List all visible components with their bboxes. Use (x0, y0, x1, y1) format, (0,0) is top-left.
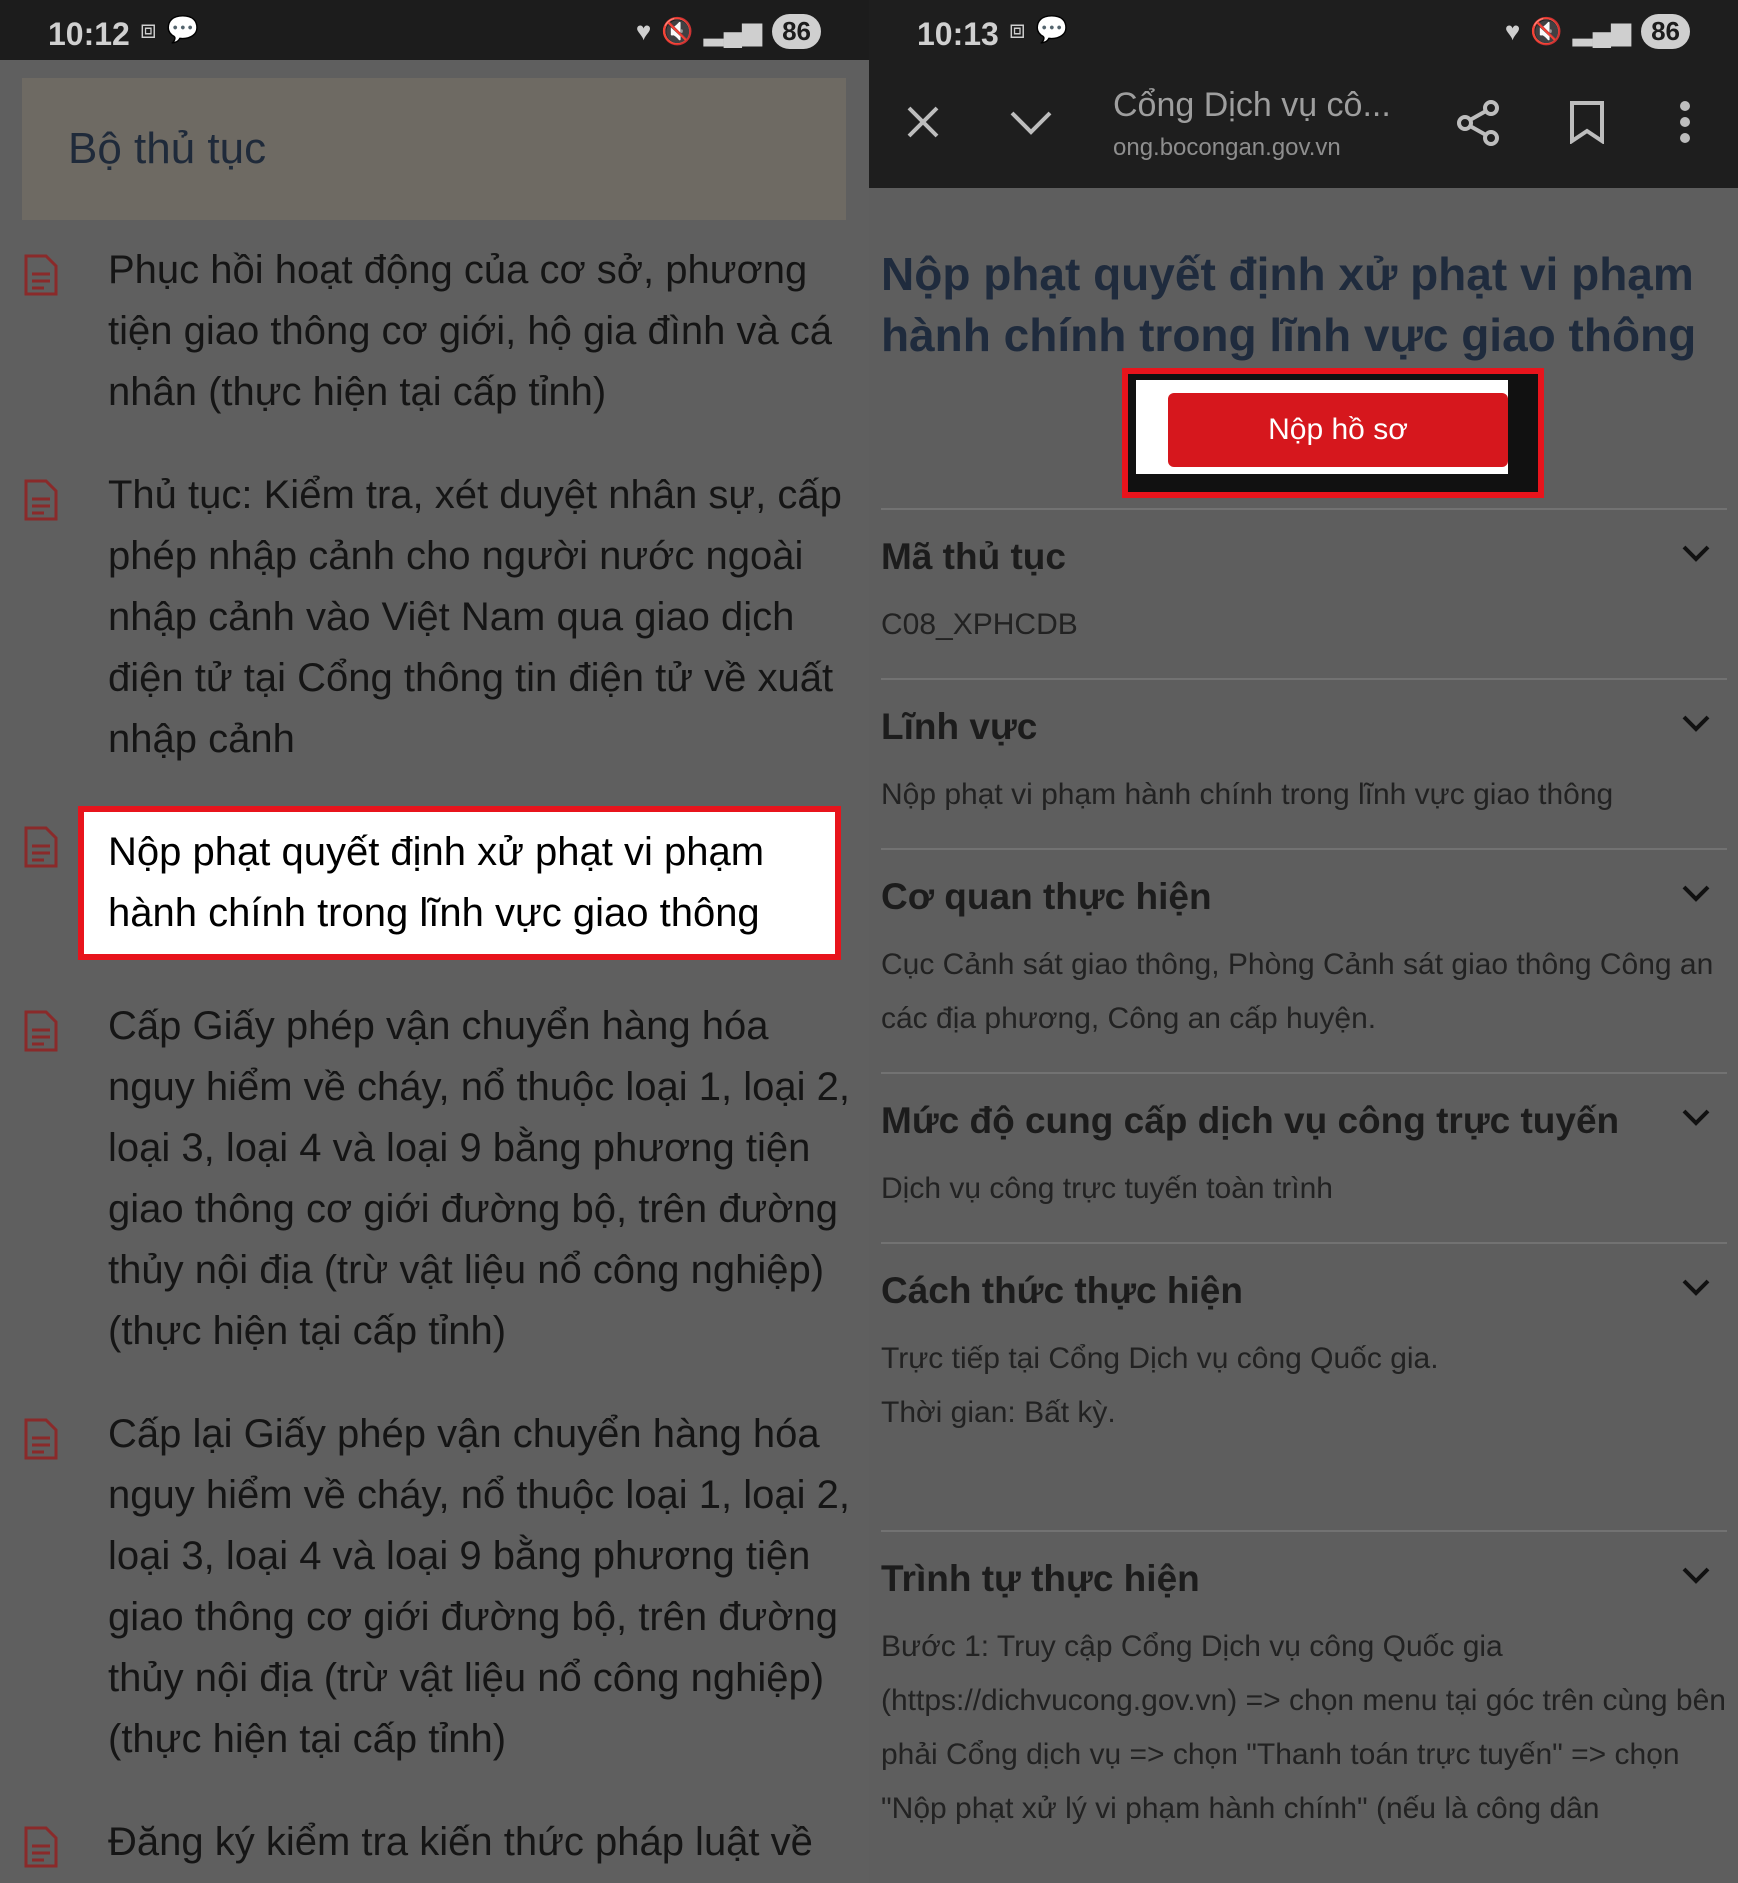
procedure-title: Cấp Giấy phép vận chuyển hàng hóa nguy h… (108, 1004, 850, 1353)
battery-indicator: 86 (1641, 14, 1690, 49)
procedure-title: Phục hồi hoạt động của cơ sở, phương tiệ… (108, 248, 833, 414)
status-bar: 10:12 ⧈ 💬 ♥ 🔇 ▂▄▆ 86 (0, 0, 869, 60)
procedure-title: Thủ tục: Kiểm tra, xét duyệt nhân sự, cấ… (108, 473, 842, 761)
more-options-icon[interactable] (1679, 100, 1691, 144)
browser-url: ong.bocongan.gov.vn (1113, 134, 1341, 161)
section-heading: Cách thức thực hiện (881, 1270, 1243, 1311)
browser-toolbar: 10:13 ⧈ 💬 ♥ 🔇 ▂▄▆ 86 Cổng Dịch vụ cô... … (869, 0, 1738, 188)
procedure-title: Đăng ký kiểm tra kiến thức pháp luật về (108, 1820, 813, 1864)
section-heading: Mức độ cung cấp dịch vụ công trực tuyến (881, 1100, 1620, 1141)
status-time: 10:12 (48, 16, 130, 52)
section-body: Nộp phạt vi phạm hành chính trong lĩnh v… (881, 778, 1614, 811)
list-item-highlighted[interactable]: Nộp phạt quyết định xử phạt vi phạm hành… (0, 806, 869, 960)
status-bar: 10:13 ⧈ 💬 ♥ 🔇 ▂▄▆ 86 (869, 0, 1738, 60)
section-heading: Cơ quan thực hiện (881, 876, 1212, 917)
submit-application-button[interactable]: Nộp hồ sơ (1168, 393, 1508, 467)
section-heading: Lĩnh vực (881, 706, 1038, 747)
list-item[interactable]: Đăng ký kiểm tra kiến thức pháp luật về (0, 1812, 869, 1873)
section-heading: Mã thủ tục (881, 536, 1066, 577)
document-icon (24, 1826, 58, 1868)
heart-icon: ♥ (1504, 16, 1521, 46)
bookmark-icon[interactable] (1569, 100, 1605, 144)
section-body: Trực tiếp tại Cổng Dịch vụ công Quốc gia… (881, 1342, 1439, 1429)
document-icon (24, 479, 58, 521)
section-service-level[interactable]: Mức độ cung cấp dịch vụ công trực tuyến … (881, 1072, 1727, 1242)
mute-icon: 🔇 (1530, 16, 1563, 46)
page-header: Bộ thủ tục (22, 78, 846, 220)
section-heading: Trình tự thực hiện (881, 1558, 1200, 1599)
signal-5g-icon: ▂▄▆ (1572, 16, 1632, 46)
browser-page-title: Cổng Dịch vụ cô... (1113, 86, 1391, 124)
list-item[interactable]: Cấp Giấy phép vận chuyển hàng hóa nguy h… (0, 996, 869, 1362)
procedure-detail-title: Nộp phạt quyết định xử phạt vi phạm hành… (881, 248, 1697, 361)
list-item[interactable]: Phục hồi hoạt động của cơ sở, phương tiệ… (0, 240, 869, 423)
chevron-down-icon[interactable] (1681, 884, 1711, 904)
document-icon (24, 826, 58, 868)
screenshot-icon: ⧈ (140, 14, 157, 44)
chevron-down-icon[interactable] (1681, 714, 1711, 734)
battery-indicator: 86 (772, 14, 821, 49)
right-screen: 10:13 ⧈ 💬 ♥ 🔇 ▂▄▆ 86 Cổng Dịch vụ cô... … (869, 0, 1738, 1883)
button-container: Nộp hồ sơ (1136, 380, 1508, 474)
list-item[interactable]: Cấp lại Giấy phép vận chuyển hàng hóa ng… (0, 1404, 869, 1770)
section-field[interactable]: Lĩnh vực Nộp phạt vi phạm hành chính tro… (881, 678, 1727, 848)
chevron-down-icon[interactable] (1681, 1108, 1711, 1128)
section-agency[interactable]: Cơ quan thực hiện Cục Cảnh sát giao thôn… (881, 848, 1727, 1072)
status-time: 10:13 (917, 16, 999, 52)
highlight-frame: Nộp hồ sơ (1122, 368, 1544, 498)
section-body: Cục Cảnh sát giao thông, Phòng Cảnh sát … (881, 948, 1714, 1035)
list-item[interactable]: Thủ tục: Kiểm tra, xét duyệt nhân sự, cấ… (0, 465, 869, 770)
document-icon (24, 254, 58, 296)
chevron-down-icon[interactable] (1681, 1278, 1711, 1298)
section-method[interactable]: Cách thức thực hiện Trực tiếp tại Cổng D… (881, 1242, 1727, 1530)
chevron-down-icon[interactable] (1681, 544, 1711, 564)
chevron-down-icon[interactable] (1009, 110, 1053, 136)
chat-icon: 💬 (166, 14, 199, 44)
left-screen: 10:12 ⧈ 💬 ♥ 🔇 ▂▄▆ 86 Bộ thủ tục Phục hồi… (0, 0, 869, 1883)
section-body: C08_XPHCDB (881, 608, 1078, 641)
page-title: Bộ thủ tục (68, 124, 267, 173)
procedure-title: Cấp lại Giấy phép vận chuyển hàng hóa ng… (108, 1412, 850, 1761)
section-body: Bước 1: Truy cập Cổng Dịch vụ công Quốc … (881, 1630, 1726, 1825)
section-body: Dịch vụ công trực tuyến toàn trình (881, 1172, 1333, 1205)
section-procedure-code[interactable]: Mã thủ tục C08_XPHCDB (881, 508, 1727, 678)
section-steps[interactable]: Trình tự thực hiện Bước 1: Truy cập Cổng… (881, 1530, 1727, 1862)
detail-sections: Mã thủ tục C08_XPHCDB Lĩnh vực Nộp phạt … (881, 508, 1727, 1862)
procedure-title: Nộp phạt quyết định xử phạt vi phạm hành… (78, 806, 841, 960)
mute-icon: 🔇 (661, 16, 694, 46)
heart-icon: ♥ (635, 16, 652, 46)
screenshot-icon: ⧈ (1009, 14, 1026, 44)
signal-5g-icon: ▂▄▆ (703, 16, 763, 46)
close-icon[interactable] (905, 104, 941, 140)
chevron-down-icon[interactable] (1681, 1566, 1711, 1586)
chat-icon: 💬 (1035, 14, 1068, 44)
share-icon[interactable] (1457, 100, 1501, 146)
procedure-list: Phục hồi hoạt động của cơ sở, phương tiệ… (0, 240, 869, 1883)
document-icon (24, 1418, 58, 1460)
document-icon (24, 1010, 58, 1052)
